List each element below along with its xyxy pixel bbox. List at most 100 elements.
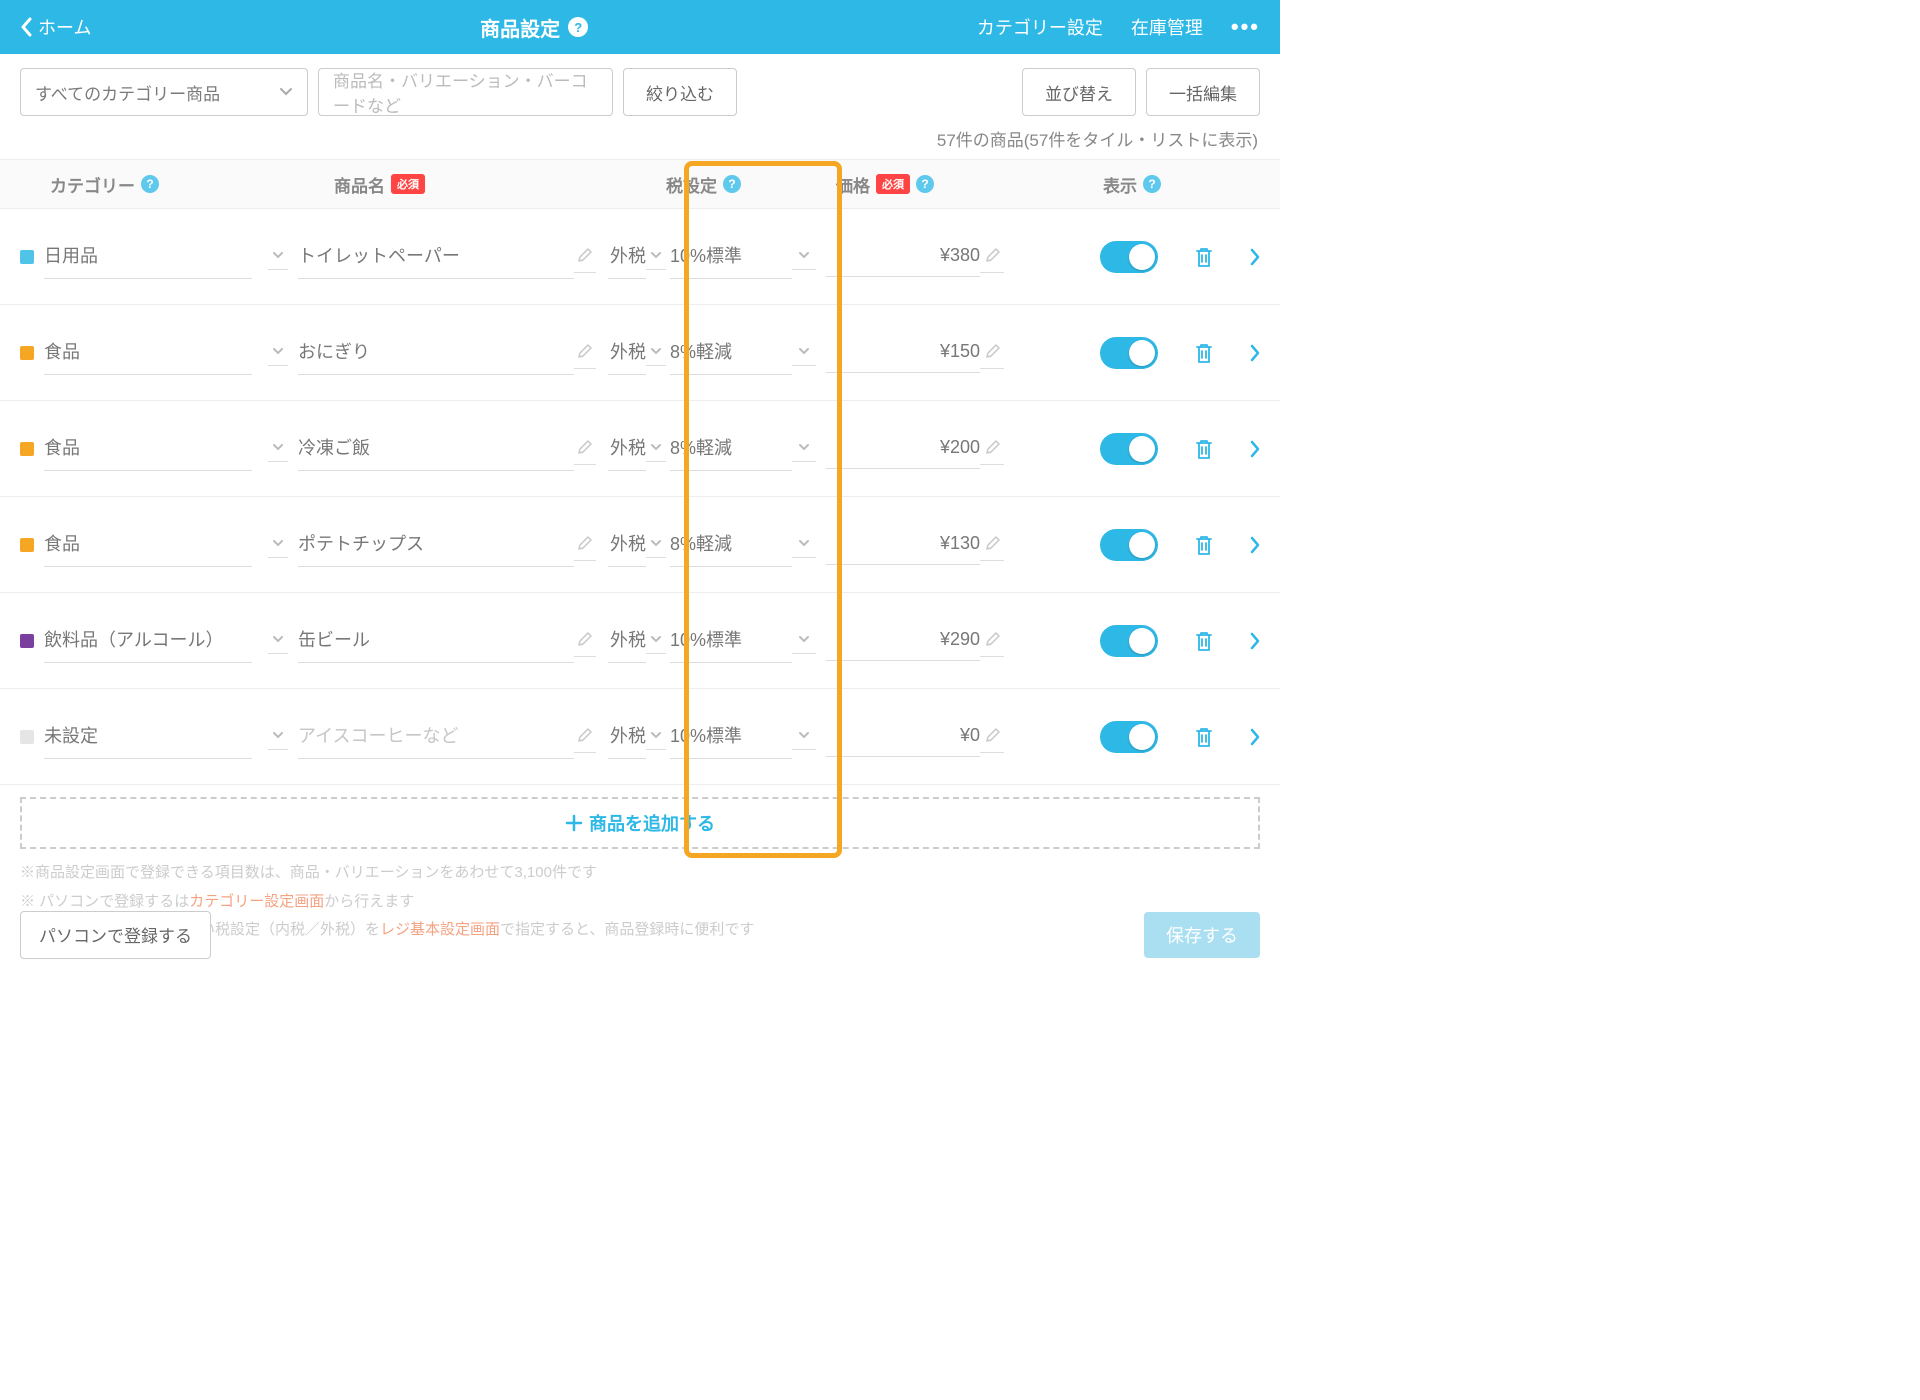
- tax-type-select[interactable]: 外税: [608, 714, 646, 759]
- category-swatch: [20, 346, 34, 360]
- display-toggle[interactable]: [1100, 241, 1158, 273]
- chevron-right-icon[interactable]: [1250, 632, 1260, 650]
- display-toggle[interactable]: [1100, 433, 1158, 465]
- price-input[interactable]: ¥130: [826, 525, 980, 565]
- chevron-down-icon: [268, 243, 288, 270]
- trash-icon[interactable]: [1194, 246, 1214, 268]
- more-icon[interactable]: •••: [1231, 14, 1260, 40]
- price-input[interactable]: ¥0: [826, 717, 980, 757]
- save-button[interactable]: 保存する: [1144, 912, 1260, 958]
- pencil-icon[interactable]: [980, 336, 1004, 369]
- trash-icon[interactable]: [1194, 726, 1214, 748]
- pencil-icon[interactable]: [980, 240, 1004, 273]
- trash-icon[interactable]: [1194, 342, 1214, 364]
- product-name-input[interactable]: 冷凍ご飯: [298, 426, 574, 471]
- display-toggle[interactable]: [1100, 337, 1158, 369]
- product-name-input[interactable]: 缶ビール: [298, 618, 574, 663]
- display-toggle[interactable]: [1100, 721, 1158, 753]
- tax-type-select[interactable]: 外税: [608, 426, 646, 471]
- chevron-down-icon: [792, 339, 816, 366]
- chevron-left-icon: [20, 17, 32, 37]
- tax-type-select[interactable]: 外税: [608, 234, 646, 279]
- help-icon[interactable]: ?: [723, 175, 741, 193]
- product-name-input[interactable]: アイスコーヒーなど: [298, 714, 574, 759]
- product-name-input[interactable]: おにぎり: [298, 330, 574, 375]
- trash-icon[interactable]: [1194, 438, 1214, 460]
- tax-rate-select[interactable]: 10%標準: [670, 714, 792, 759]
- tax-rate-select[interactable]: 10%標準: [670, 618, 792, 663]
- help-icon[interactable]: ?: [916, 175, 934, 193]
- chevron-right-icon[interactable]: [1250, 248, 1260, 266]
- tax-rate-select[interactable]: 8%軽減: [670, 330, 792, 375]
- pencil-icon[interactable]: [574, 240, 596, 273]
- required-badge: 必須: [876, 174, 910, 194]
- pencil-icon[interactable]: [980, 528, 1004, 561]
- product-name-input[interactable]: ポテトチップス: [298, 522, 574, 567]
- tax-rate-select[interactable]: 8%軽減: [670, 426, 792, 471]
- page-title: 商品設定 ?: [91, 13, 976, 42]
- product-name-input[interactable]: トイレットペーパー: [298, 234, 574, 279]
- pencil-icon[interactable]: [574, 528, 596, 561]
- price-input[interactable]: ¥200: [826, 429, 980, 469]
- bulk-edit-button[interactable]: 一括編集: [1146, 68, 1260, 116]
- category-select[interactable]: 食品: [44, 330, 252, 375]
- pencil-icon[interactable]: [574, 624, 596, 657]
- tax-rate-select[interactable]: 8%軽減: [670, 522, 792, 567]
- tax-type-select[interactable]: 外税: [608, 618, 646, 663]
- pencil-icon[interactable]: [574, 720, 596, 753]
- chevron-down-icon: [792, 723, 816, 750]
- chevron-right-icon[interactable]: [1250, 536, 1260, 554]
- category-select[interactable]: 飲料品（アルコール）: [44, 618, 252, 663]
- chevron-right-icon[interactable]: [1250, 728, 1260, 746]
- trash-icon[interactable]: [1194, 630, 1214, 652]
- register-on-pc-button[interactable]: パソコンで登録する: [20, 911, 211, 959]
- category-swatch: [20, 442, 34, 456]
- category-settings-link[interactable]: カテゴリー設定: [977, 14, 1103, 40]
- table-row: 食品 ポテトチップス 外税 8%軽減 ¥130: [0, 497, 1280, 593]
- pencil-icon[interactable]: [574, 432, 596, 465]
- category-swatch: [20, 730, 34, 744]
- category-select[interactable]: 食品: [44, 426, 252, 471]
- price-input[interactable]: ¥290: [826, 621, 980, 661]
- add-product-button[interactable]: 商品を追加する: [20, 797, 1260, 849]
- help-icon[interactable]: ?: [141, 175, 159, 193]
- tax-rate-select[interactable]: 10%標準: [670, 234, 792, 279]
- filter-button[interactable]: 絞り込む: [623, 68, 737, 116]
- trash-icon[interactable]: [1194, 534, 1214, 556]
- pencil-icon[interactable]: [980, 432, 1004, 465]
- display-toggle[interactable]: [1100, 529, 1158, 561]
- pencil-icon[interactable]: [980, 624, 1004, 657]
- table-row: 日用品 トイレットペーパー 外税 10%標準 ¥380: [0, 209, 1280, 305]
- price-input[interactable]: ¥380: [826, 237, 980, 277]
- chevron-down-icon: [268, 339, 288, 366]
- table-header: カテゴリー? 商品名必須 税設定? 価格必須? 表示?: [0, 159, 1280, 209]
- chevron-down-icon: [268, 723, 288, 750]
- category-select[interactable]: 食品: [44, 522, 252, 567]
- tax-type-select[interactable]: 外税: [608, 522, 646, 567]
- chevron-right-icon[interactable]: [1250, 344, 1260, 362]
- display-toggle[interactable]: [1100, 625, 1158, 657]
- category-swatch: [20, 634, 34, 648]
- help-icon[interactable]: ?: [568, 17, 588, 37]
- category-filter-select[interactable]: すべてのカテゴリー商品: [20, 68, 308, 116]
- chevron-down-icon: [792, 627, 816, 654]
- search-input[interactable]: 商品名・バリエーション・バーコードなど: [318, 68, 613, 116]
- category-select[interactable]: 未設定: [44, 714, 252, 759]
- chevron-down-icon: [646, 723, 666, 750]
- toolbar: すべてのカテゴリー商品 商品名・バリエーション・バーコードなど 絞り込む 並び替…: [0, 54, 1280, 116]
- table-row: 未設定 アイスコーヒーなど 外税 10%標準 ¥0: [0, 689, 1280, 785]
- chevron-down-icon: [646, 531, 666, 558]
- help-icon[interactable]: ?: [1143, 175, 1161, 193]
- result-count: 57件の商品(57件をタイル・リストに表示): [0, 116, 1280, 159]
- pencil-icon[interactable]: [980, 720, 1004, 753]
- chevron-down-icon: [268, 627, 288, 654]
- chevron-down-icon: [646, 339, 666, 366]
- pencil-icon[interactable]: [574, 336, 596, 369]
- category-select[interactable]: 日用品: [44, 234, 252, 279]
- sort-button[interactable]: 並び替え: [1022, 68, 1136, 116]
- price-input[interactable]: ¥150: [826, 333, 980, 373]
- inventory-link[interactable]: 在庫管理: [1131, 14, 1203, 40]
- back-button[interactable]: ホーム: [20, 14, 91, 40]
- chevron-right-icon[interactable]: [1250, 440, 1260, 458]
- tax-type-select[interactable]: 外税: [608, 330, 646, 375]
